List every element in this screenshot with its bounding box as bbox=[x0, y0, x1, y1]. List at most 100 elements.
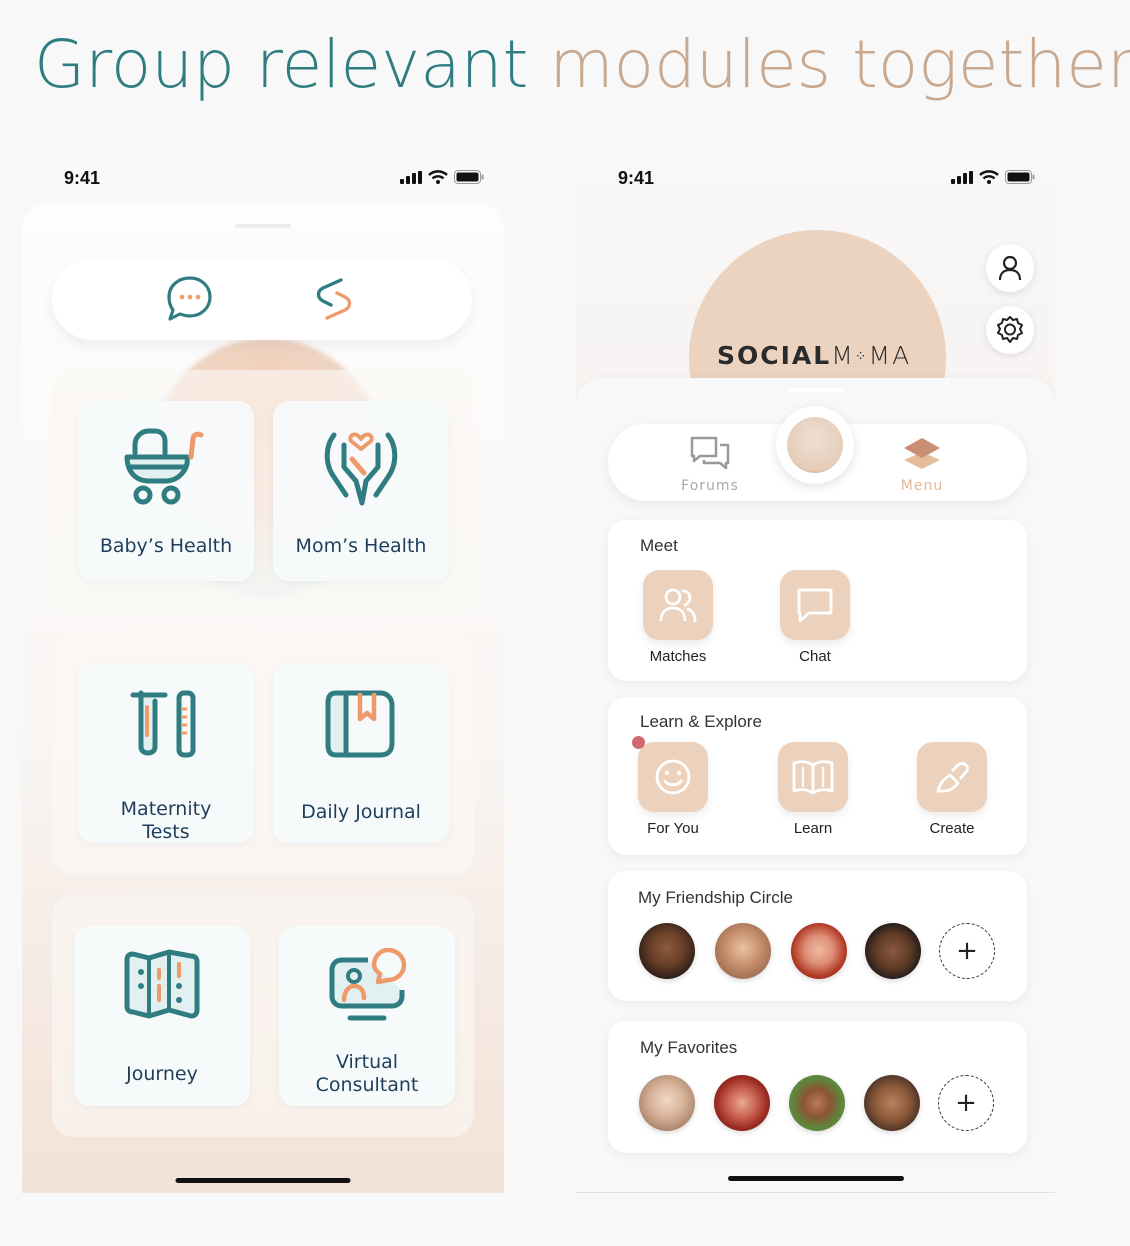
home-indicator[interactable] bbox=[175, 1178, 351, 1183]
module-icon-tile bbox=[643, 570, 713, 640]
tile-label-line2: Consultant bbox=[315, 1074, 419, 1096]
tile-moms-health[interactable]: Mom’s Health bbox=[273, 401, 449, 581]
center-button-fill bbox=[787, 417, 843, 473]
people-icon bbox=[659, 588, 697, 623]
section-learn-explore: Learn & Explore For You Learn Create bbox=[608, 697, 1027, 855]
battery-icon bbox=[1005, 170, 1035, 184]
status-icons bbox=[951, 170, 1035, 184]
phone-left: 9:41 Baby’s Health Mom’s Health Maternit… bbox=[22, 148, 504, 1193]
sheet-grabber[interactable] bbox=[235, 224, 291, 228]
hands-heart-icon bbox=[273, 423, 449, 509]
swap-icon bbox=[316, 278, 352, 320]
avatar[interactable] bbox=[789, 1075, 845, 1131]
gear-icon bbox=[997, 316, 1023, 343]
tab-menu[interactable]: Menu bbox=[862, 436, 982, 494]
tile-label: Journey bbox=[126, 1063, 198, 1085]
avatar[interactable] bbox=[639, 923, 695, 979]
status-bar: 9:41 bbox=[64, 168, 484, 188]
status-time: 9:41 bbox=[64, 168, 101, 188]
status-icons bbox=[400, 170, 484, 184]
tile-journey[interactable]: Journey bbox=[74, 926, 250, 1106]
open-book-icon bbox=[792, 760, 834, 795]
module-for-you[interactable]: For You bbox=[618, 736, 728, 837]
module-learn[interactable]: Learn bbox=[758, 742, 868, 837]
module-label: Matches bbox=[649, 648, 707, 665]
tile-label-line1: Virtual bbox=[335, 1051, 399, 1073]
avatar[interactable] bbox=[864, 1075, 920, 1131]
chat-bubble-button[interactable] bbox=[164, 273, 216, 325]
tile-daily-journal[interactable]: Daily Journal bbox=[273, 663, 449, 843]
wifi-icon bbox=[428, 170, 448, 184]
plus-icon: + bbox=[956, 936, 978, 966]
module-label: Chat bbox=[799, 648, 831, 665]
module-label: For You bbox=[647, 820, 699, 837]
section-title: Learn & Explore bbox=[640, 712, 762, 731]
headline-part-2: modules together bbox=[549, 26, 1130, 103]
module-icon-tile bbox=[632, 736, 708, 812]
app-logo: SOCIALM⁘MA bbox=[717, 341, 911, 370]
plus-icon: + bbox=[955, 1088, 977, 1118]
center-home-button[interactable] bbox=[776, 406, 854, 484]
avatar[interactable] bbox=[715, 923, 771, 979]
avatar[interactable] bbox=[714, 1075, 770, 1131]
battery-icon bbox=[454, 170, 484, 184]
tile-virtual-consultant[interactable]: Virtual Consultant bbox=[279, 926, 455, 1106]
status-bar: 9:41 bbox=[618, 168, 1035, 188]
wifi-icon bbox=[979, 170, 999, 184]
journal-icon bbox=[273, 685, 449, 771]
chat-square-icon bbox=[797, 588, 833, 623]
signal-icon bbox=[951, 170, 973, 184]
add-friend-button[interactable]: + bbox=[939, 923, 995, 979]
profile-button[interactable] bbox=[986, 244, 1034, 292]
tile-label: Maternity Tests bbox=[78, 798, 254, 844]
logo-light-start: M bbox=[831, 341, 855, 370]
module-label: Learn bbox=[793, 820, 833, 837]
avatar[interactable] bbox=[865, 923, 921, 979]
tab-forums[interactable]: Forums bbox=[650, 436, 770, 494]
module-icon-tile bbox=[780, 570, 850, 640]
signal-icon bbox=[400, 170, 422, 184]
tile-babys-health[interactable]: Baby’s Health bbox=[78, 401, 254, 581]
swap-button[interactable] bbox=[308, 273, 360, 325]
tile-label: Virtual Consultant bbox=[279, 1051, 455, 1097]
logo-light-end: MA bbox=[868, 341, 912, 370]
notification-dot bbox=[632, 736, 645, 749]
monitor-chat-icon bbox=[279, 948, 455, 1034]
settings-button[interactable] bbox=[986, 306, 1034, 354]
home-indicator[interactable] bbox=[727, 1176, 904, 1181]
tile-label: Baby’s Health bbox=[99, 535, 233, 557]
forums-icon bbox=[690, 436, 730, 470]
tab-label: Menu bbox=[900, 478, 944, 494]
stroller-icon bbox=[78, 423, 254, 509]
avatar[interactable] bbox=[639, 1075, 695, 1131]
map-icon bbox=[74, 948, 250, 1034]
headline-part-1: Group relevant bbox=[34, 26, 529, 103]
module-icon-tile bbox=[778, 742, 848, 812]
add-favorite-button[interactable]: + bbox=[938, 1075, 994, 1131]
section-title: My Friendship Circle bbox=[638, 888, 793, 907]
section-title: My Favorites bbox=[640, 1038, 738, 1057]
module-label: Create bbox=[929, 820, 975, 837]
test-tubes-icon bbox=[78, 685, 254, 771]
module-create[interactable]: Create bbox=[897, 742, 1007, 837]
layers-icon bbox=[904, 438, 940, 469]
profile-icon bbox=[998, 255, 1022, 281]
tile-label: Mom’s Health bbox=[295, 535, 427, 557]
module-chat[interactable]: Chat bbox=[760, 570, 870, 665]
avatar[interactable] bbox=[791, 923, 847, 979]
logo-dots-icon: ⁘ bbox=[854, 349, 869, 365]
tile-maternity-tests[interactable]: Maternity Tests bbox=[78, 663, 254, 843]
section-friendship-circle: My Friendship Circle + bbox=[608, 871, 1027, 1001]
section-title: Meet bbox=[640, 536, 678, 555]
module-matches[interactable]: Matches bbox=[623, 570, 733, 665]
module-icon-tile bbox=[917, 742, 987, 812]
chat-bubble-icon bbox=[167, 276, 212, 321]
section-meet: Meet Matches Chat bbox=[608, 520, 1027, 681]
logo-bold: SOCIAL bbox=[717, 341, 832, 370]
section-favorites: My Favorites + bbox=[608, 1021, 1027, 1153]
status-time: 9:41 bbox=[618, 168, 655, 188]
sheet-grabber[interactable] bbox=[788, 388, 843, 392]
brush-icon bbox=[936, 762, 969, 793]
headline: Group relevant modules together bbox=[34, 26, 1130, 103]
smiley-icon bbox=[655, 759, 691, 795]
